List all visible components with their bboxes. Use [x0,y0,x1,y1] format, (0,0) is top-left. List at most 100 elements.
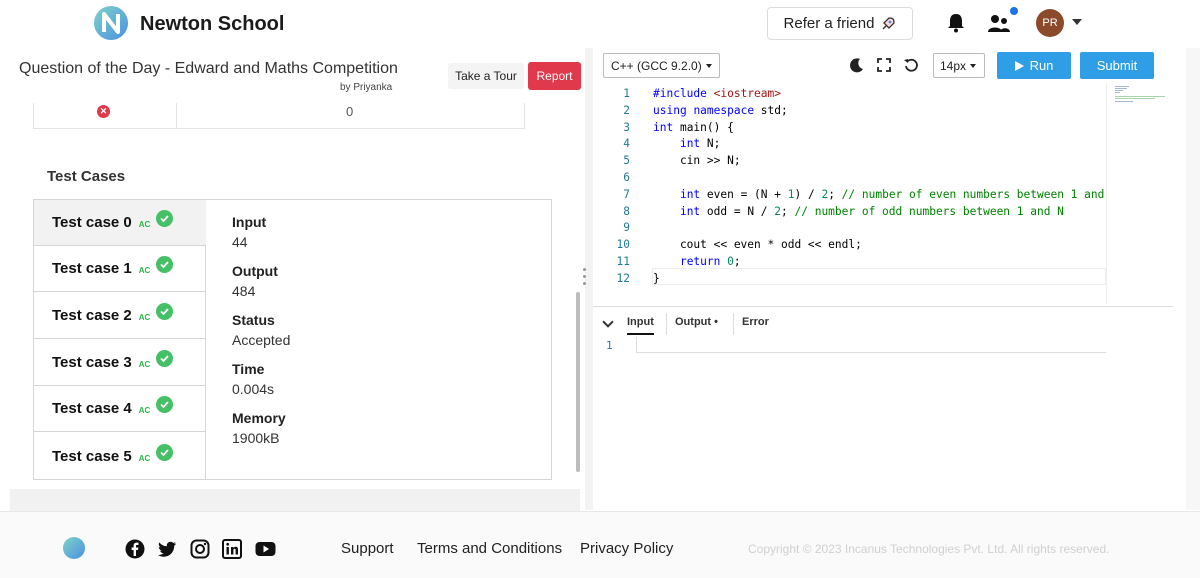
code-minimap[interactable] [1106,84,1173,304]
newton-logo-icon[interactable] [63,537,85,559]
tab-output-label: Output [675,316,712,328]
test-case-label: Test case 5 [52,447,132,465]
divider [666,313,667,335]
twitter-icon[interactable] [157,539,177,559]
code-line[interactable]: 5 cin >> N; [600,152,1106,169]
current-line-highlight [652,268,1106,285]
code-line[interactable]: 8 int odd = N / 2; // number of odd numb… [600,203,1106,220]
youtube-icon[interactable] [255,539,276,559]
chevron-down-icon[interactable] [602,316,614,328]
left-panel-scrollbar[interactable] [576,292,580,472]
code-line[interactable]: 3 int main() { [600,119,1106,136]
test-case-tab-4[interactable]: Test case 4 AC [34,386,206,432]
code-line[interactable]: 9 [600,219,1106,236]
newton-logo-icon[interactable] [94,6,128,40]
input-value: 44 [232,234,248,250]
status-badge: AC [138,313,151,322]
run-button[interactable]: Run [997,52,1071,79]
tab-error[interactable]: Error [742,316,769,328]
test-case-label: Test case 3 [52,354,132,371]
play-icon [1014,60,1024,71]
rocket-icon [882,16,896,29]
check-circle-icon [156,303,174,320]
line-number: 2 [623,103,630,117]
refer-friend-button[interactable]: Refer a friend [767,7,913,40]
test-cases-heading: Test Cases [47,168,126,185]
code-text: #include <iostream> [653,87,781,100]
test-case-tab-5[interactable]: Test case 5 AC [34,433,206,479]
linkedin-icon[interactable] [222,539,242,559]
time-label: Time [232,361,265,377]
brand-name[interactable]: Newton School [140,13,284,36]
reset-icon[interactable] [903,57,919,73]
test-case-label: Test case 1 [52,260,132,277]
divider [733,313,734,335]
chevron-down-icon[interactable] [1072,19,1082,25]
code-line[interactable]: 1 #include <iostream> [600,85,1106,102]
code-text: int even = (N + 1) / 2; // number of eve… [679,187,1105,201]
instagram-icon[interactable] [190,539,210,559]
output-marker: • [714,316,718,328]
page-title: Question of the Day - Edward and Maths C… [19,60,398,77]
time-value: 0.004s [232,381,275,397]
test-case-label: Test case 4 [52,400,132,417]
stdin-input[interactable] [636,337,1106,353]
line-number: 9 [623,221,630,235]
divider [176,103,177,128]
take-tour-button[interactable]: Take a Tour [448,63,524,89]
line-number: 4 [623,137,630,151]
status-badge: AC [138,220,151,229]
page-scrollbar[interactable] [1186,48,1200,510]
error-icon: ✕ [97,105,110,118]
refer-label: Refer a friend [783,15,875,32]
line-number: 1 [623,87,630,100]
code-line[interactable]: 6 [600,169,1106,186]
divider [593,306,1173,307]
output-label: Output [232,263,278,279]
code-text: int N; [679,137,721,151]
check-circle-icon [156,256,174,273]
test-case-tab-0[interactable]: Test case 0 AC [34,200,206,246]
font-size-value: 14px [940,58,967,73]
line-number: 6 [623,171,630,184]
check-circle-icon [156,443,174,461]
code-text: cout << even * odd << endl; [653,238,862,252]
drag-handle-icon[interactable] [583,268,587,289]
author-label: by Priyanka [340,82,393,93]
code-line[interactable]: 2 using namespace std; [600,102,1106,119]
status-badge: AC [138,453,151,463]
test-case-label: Test case 2 [52,307,132,324]
bell-icon[interactable] [945,12,967,34]
moon-icon[interactable] [849,57,865,73]
code-line[interactable]: 4 int N; [600,135,1106,152]
test-case-tab-2[interactable]: Test case 2 AC [34,293,206,339]
test-case-tab-1[interactable]: Test case 1 AC [34,246,206,292]
report-button[interactable]: Report [528,62,581,90]
check-circle-icon [156,210,174,227]
tab-output[interactable]: Output • [675,316,718,328]
submit-button[interactable]: Submit [1080,52,1154,79]
terms-link[interactable]: Terms and Conditions [417,540,562,557]
code-line[interactable]: 7 int even = (N + 1) / 2; // number of e… [600,186,1106,203]
check-circle-icon [156,396,174,413]
test-case-tab-3[interactable]: Test case 3 AC [34,340,206,386]
support-link[interactable]: Support [341,540,394,557]
test-case-list: Test case 0 AC Test case 1 AC Test case … [34,200,206,479]
community-icon[interactable] [986,10,1012,36]
tab-input[interactable]: Input [627,316,654,335]
notification-dot [1010,7,1018,15]
line-number: 12 [616,271,630,285]
language-select[interactable]: C++ (GCC 9.2.0) [603,53,720,78]
code-line[interactable]: 10 cout << even * odd << endl; [600,236,1106,253]
code-text: int odd = N / 2; // number of odd number… [679,204,1064,218]
avatar[interactable]: PR [1036,9,1064,37]
status-badge: AC [138,266,151,275]
facebook-icon[interactable] [125,539,145,559]
font-size-select[interactable]: 14px [933,53,985,78]
test-case-label: Test case 0 [52,214,132,231]
check-circle-icon [156,350,174,367]
privacy-link[interactable]: Privacy Policy [580,540,673,557]
fullscreen-icon[interactable] [876,57,892,73]
chevron-down-icon [705,63,712,68]
chevron-down-icon [970,63,977,68]
